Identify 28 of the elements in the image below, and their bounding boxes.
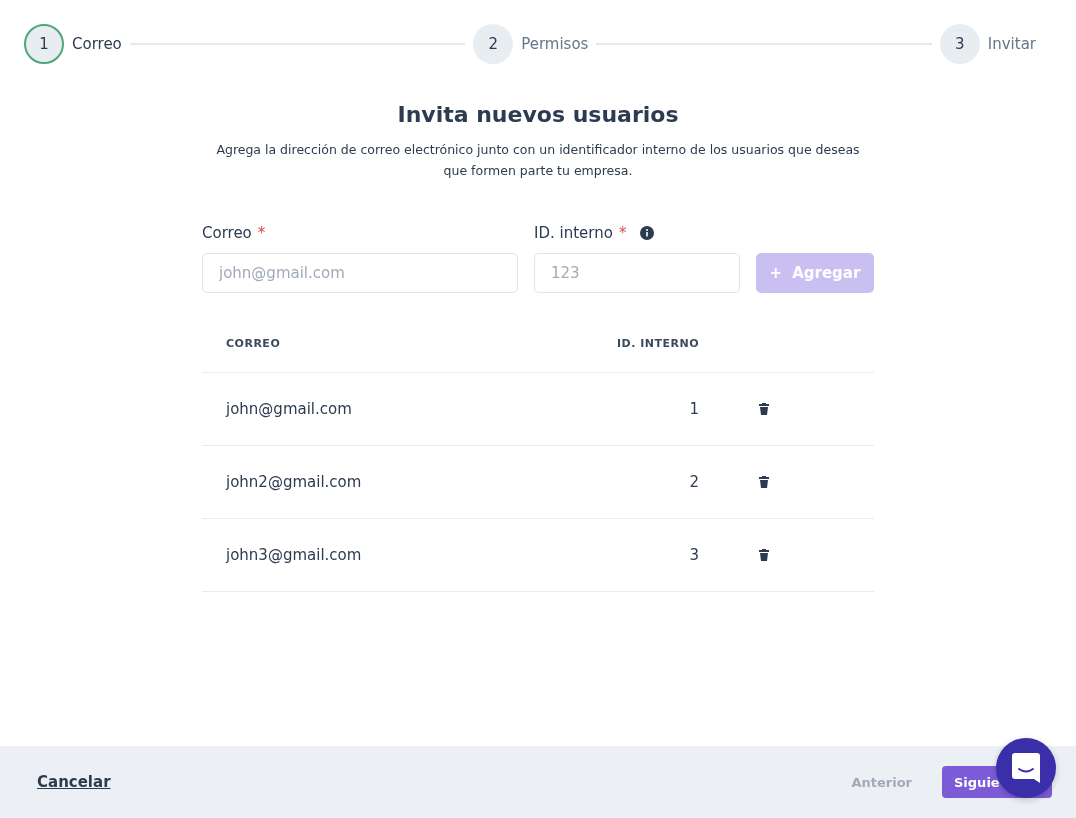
table-cell: 1 bbox=[689, 400, 699, 418]
step-label: Permisos bbox=[521, 35, 589, 53]
info-icon[interactable] bbox=[640, 226, 655, 240]
table-cell-text: john@gmail.com bbox=[226, 400, 353, 418]
field-label: ID. interno bbox=[534, 224, 613, 242]
table-cell-text: john3@gmail.com bbox=[226, 546, 363, 564]
cancel-link[interactable]: Cancelar bbox=[37, 773, 111, 791]
trash-icon[interactable] bbox=[757, 402, 771, 416]
table-cell: 3 bbox=[689, 546, 699, 564]
trash-icon[interactable] bbox=[757, 475, 771, 489]
email-field[interactable]: john@gmail.com bbox=[202, 253, 518, 293]
column-header: ID. INTERNO bbox=[616, 337, 699, 350]
step-label: Correo bbox=[72, 35, 122, 53]
page-title: Invita nuevos usuarios bbox=[397, 102, 679, 127]
step-number: 3 bbox=[939, 24, 980, 64]
step-label: Invitar bbox=[987, 35, 1036, 53]
table-cell-text: john2@gmail.com bbox=[226, 473, 363, 491]
step-number: 2 bbox=[473, 24, 514, 64]
required-mark: * bbox=[618, 224, 627, 242]
column-header: CORREO bbox=[226, 337, 282, 350]
required-mark: * bbox=[257, 224, 266, 242]
chat-icon bbox=[1011, 752, 1041, 784]
internal-id-field[interactable]: 123 bbox=[534, 253, 740, 293]
step-number: 1 bbox=[24, 24, 64, 64]
trash-icon[interactable] bbox=[757, 548, 771, 562]
table-cell: 2 bbox=[689, 473, 699, 491]
description-text: Agrega la dirección de correo electrónico junto con un identificador interno de los usuarios que deseas que formen parte tu empresa. bbox=[215, 141, 861, 180]
field-label: Correo bbox=[202, 224, 252, 242]
